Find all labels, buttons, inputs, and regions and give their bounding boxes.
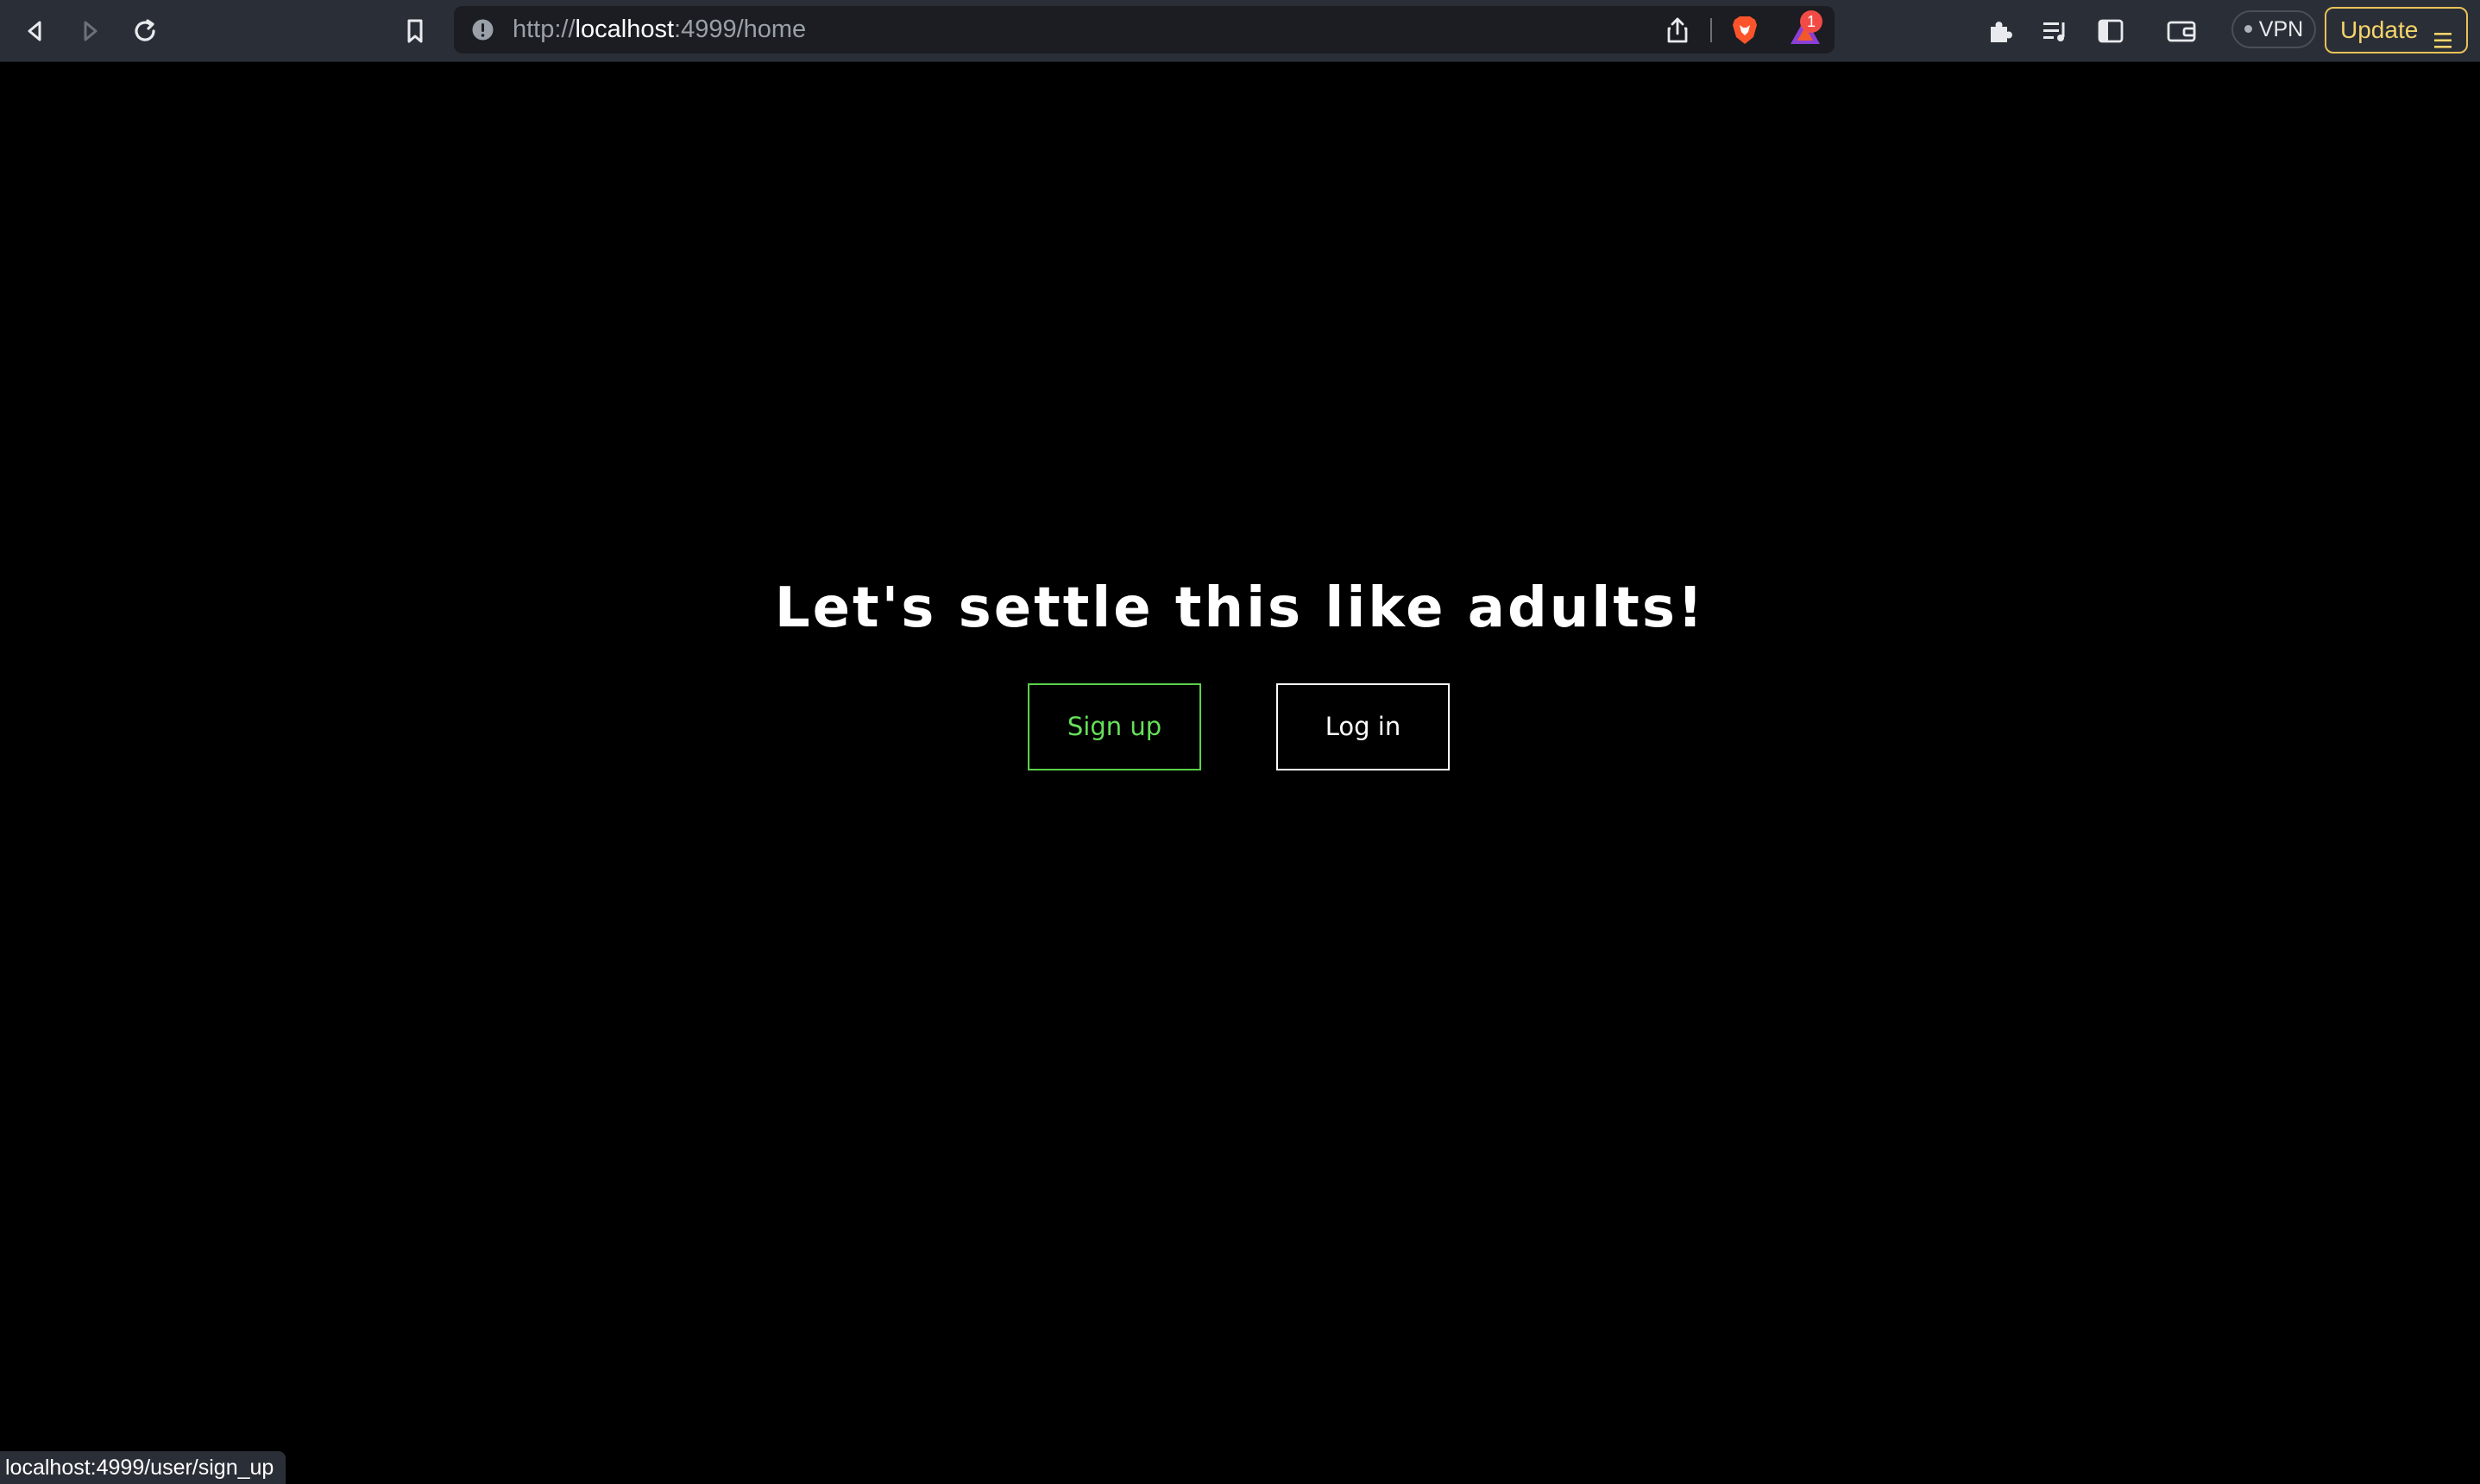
brave-lion-icon[interactable] [1728,13,1762,47]
media-playlist-button[interactable] [2034,9,2077,53]
url-path: :4999/home [674,16,807,43]
browser-toolbar: http://localhost:4999/home 1 VPN Update [0,0,2480,62]
extensions-button[interactable] [1979,9,2022,53]
log-in-button[interactable]: Log in [1276,683,1450,770]
back-button[interactable] [14,9,57,53]
url-scheme: http:// [513,16,576,43]
url-host: localhost [575,16,675,43]
update-label: Update [2340,16,2419,43]
sign-up-button[interactable]: Sign up [1028,683,1201,770]
vpn-button[interactable]: VPN [2231,10,2316,48]
page-title: Let's settle this like adults! [774,576,1706,640]
forward-button[interactable] [68,9,111,53]
vpn-status-dot [2244,24,2252,33]
reload-button[interactable] [123,9,167,53]
address-bar[interactable]: http://localhost:4999/home [454,6,1835,53]
update-button[interactable]: Update [2325,7,2468,53]
status-bar-link: localhost:4999/user/sign_up [0,1451,286,1484]
playlist-icon [2042,18,2069,44]
sidebar-icon [2098,19,2124,43]
reload-icon [131,17,159,45]
url-text[interactable]: http://localhost:4999/home [513,6,806,53]
wallet-button[interactable] [2160,9,2203,53]
wallet-icon [2167,18,2196,44]
sidebar-toggle-button[interactable] [2089,9,2132,53]
hamburger-menu-icon [2433,21,2452,48]
rewards-badge: 1 [1800,10,1822,33]
site-info-icon[interactable] [471,18,494,41]
bookmark-icon [403,18,427,44]
forward-arrow-icon [77,18,103,44]
address-bar-divider [1710,18,1712,42]
back-arrow-icon [22,18,48,44]
puzzle-icon [1987,18,2013,44]
vpn-label: VPN [2258,17,2304,41]
share-icon[interactable] [1662,15,1693,46]
bookmark-button[interactable] [393,9,437,53]
